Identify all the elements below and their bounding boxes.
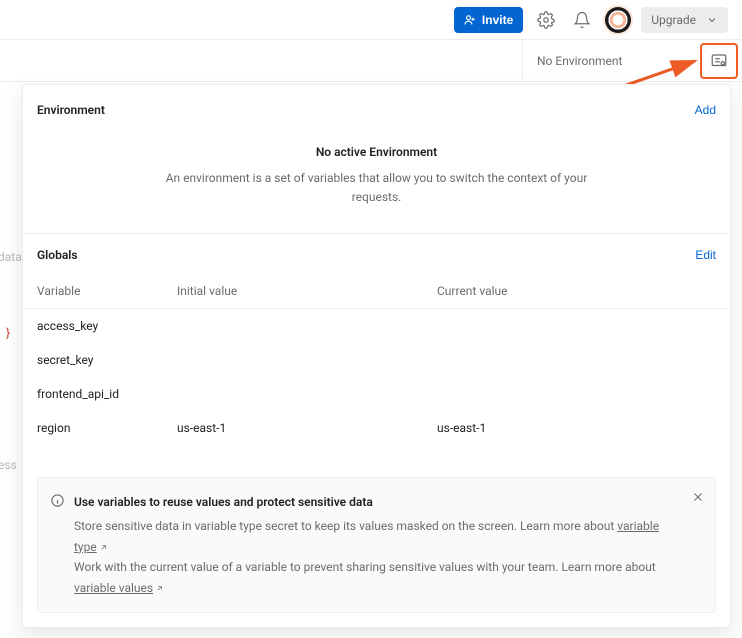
table-row: frontend_api_id: [23, 377, 730, 411]
cell-initial: [177, 319, 437, 333]
edit-globals-button[interactable]: Edit: [695, 248, 716, 262]
cell-variable: frontend_api_id: [37, 387, 177, 401]
person-plus-icon: [464, 14, 476, 26]
quicklook-icon: [710, 52, 728, 70]
table-row: access_key: [23, 309, 730, 343]
no-env-desc: An environment is a set of variables tha…: [157, 169, 597, 207]
bell-icon[interactable]: [569, 7, 595, 33]
environment-quicklook-button[interactable]: [700, 43, 738, 79]
invite-button[interactable]: Invite: [454, 7, 523, 33]
avatar[interactable]: [605, 7, 631, 33]
info-icon: [50, 493, 65, 514]
upgrade-label: Upgrade: [651, 13, 696, 27]
settings-icon[interactable]: [533, 7, 559, 33]
col-initial: Initial value: [177, 284, 437, 298]
cell-initial: [177, 387, 437, 401]
cell-variable: access_key: [37, 319, 177, 333]
info-line-2: Work with the current value of a variabl…: [74, 557, 675, 598]
table-row: region us-east-1 us-east-1: [23, 411, 730, 445]
external-link-icon: [155, 584, 164, 593]
invite-label: Invite: [482, 13, 513, 27]
info-line-1: Store sensitive data in variable type se…: [74, 516, 675, 557]
cell-variable: secret_key: [37, 353, 177, 367]
cell-current: [437, 353, 716, 367]
cell-current: us-east-1: [437, 421, 716, 435]
environment-heading: Environment: [37, 103, 105, 117]
info-title: Use variables to reuse values and protec…: [74, 492, 675, 512]
add-environment-button[interactable]: Add: [695, 103, 716, 117]
environment-quicklook-panel: Environment Add No active Environment An…: [22, 84, 731, 628]
top-bar: Invite Upgrade: [0, 0, 742, 40]
background-gutter: data } ess: [0, 82, 22, 638]
cell-initial: us-east-1: [177, 421, 437, 435]
col-variable: Variable: [37, 284, 177, 298]
environment-bar: No Environment: [0, 40, 742, 82]
globals-table: Variable Initial value Current value acc…: [23, 274, 730, 445]
environment-section: Environment Add No active Environment An…: [23, 85, 730, 234]
upgrade-button[interactable]: Upgrade: [641, 7, 728, 33]
table-row: secret_key: [23, 343, 730, 377]
external-link-icon: [99, 543, 108, 552]
no-env-title: No active Environment: [37, 145, 716, 159]
cell-variable: region: [37, 421, 177, 435]
table-header: Variable Initial value Current value: [23, 274, 730, 309]
cell-current: [437, 319, 716, 333]
chevron-down-icon: [706, 14, 718, 26]
close-icon[interactable]: [691, 490, 705, 510]
cell-current: [437, 387, 716, 401]
globals-section: Globals Edit Variable Initial value Curr…: [23, 234, 730, 627]
variable-values-link[interactable]: variable values: [74, 581, 164, 595]
globals-heading: Globals: [37, 248, 78, 262]
col-current: Current value: [437, 284, 716, 298]
environment-selected: No Environment: [537, 54, 622, 68]
info-box: Use variables to reuse values and protec…: [37, 477, 716, 613]
cell-initial: [177, 353, 437, 367]
